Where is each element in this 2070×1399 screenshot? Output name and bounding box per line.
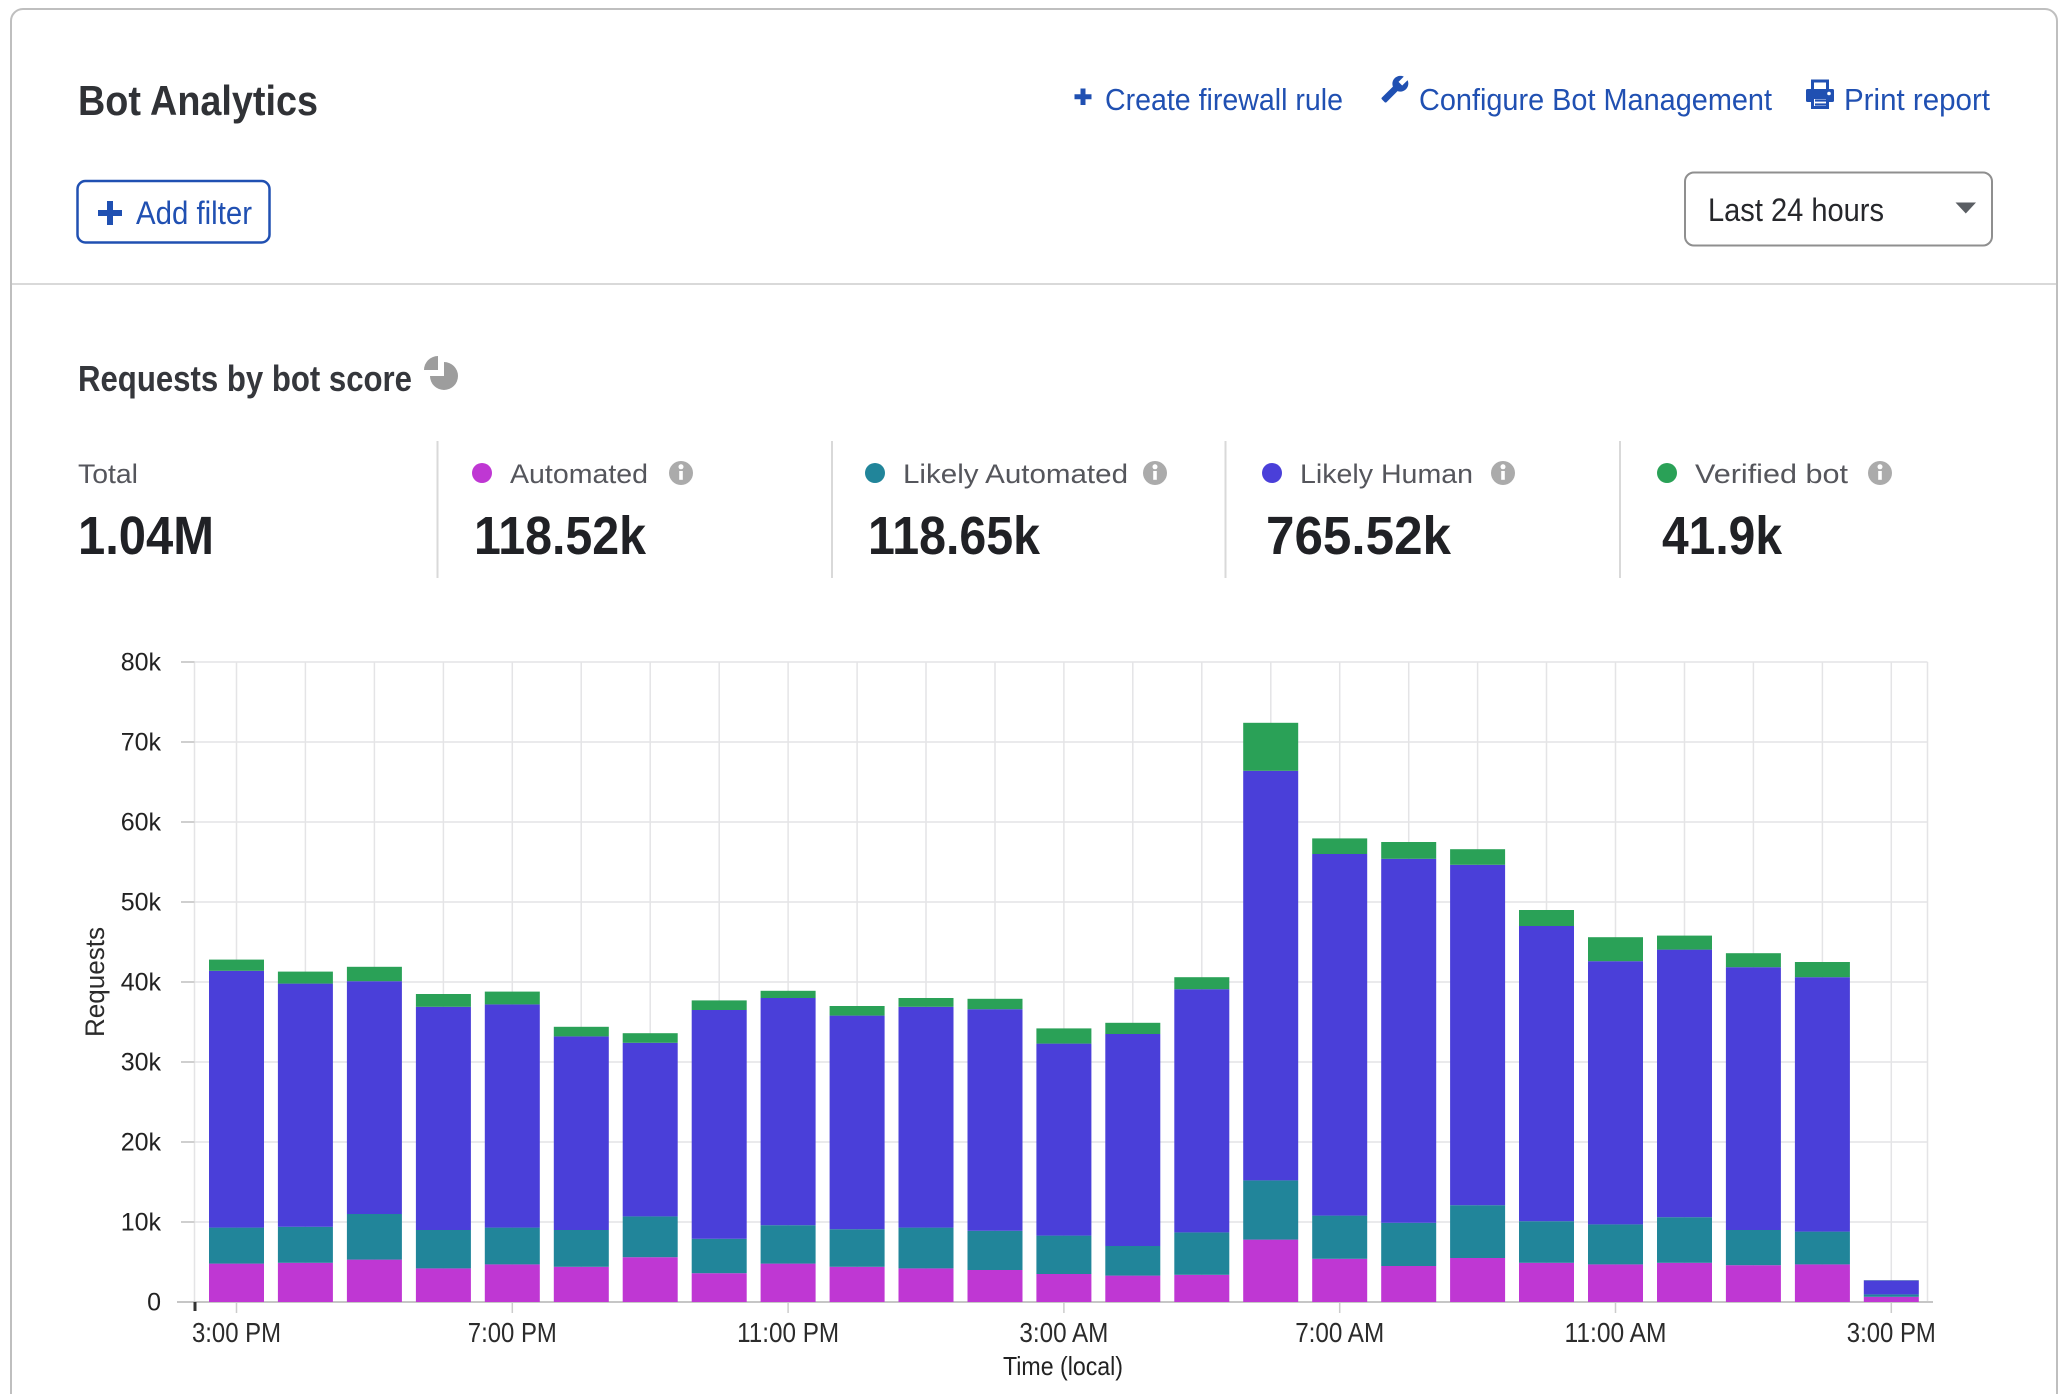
svg-text:0: 0 [147, 1289, 161, 1317]
svg-text:1.04M: 1.04M [78, 506, 214, 566]
svg-text:Total: Total [78, 459, 138, 489]
svg-text:11:00 PM: 11:00 PM [737, 1317, 839, 1348]
svg-text:118.52k: 118.52k [474, 506, 647, 566]
svg-text:Print report: Print report [1844, 82, 1990, 117]
svg-text:41.9k: 41.9k [1662, 506, 1783, 566]
svg-text:3:00 PM: 3:00 PM [1847, 1317, 1936, 1348]
svg-text:Add filter: Add filter [136, 195, 252, 231]
svg-text:70k: 70k [121, 729, 162, 757]
svg-text:Verified bot: Verified bot [1695, 459, 1849, 489]
svg-text:60k: 60k [121, 809, 162, 837]
svg-text:7:00 PM: 7:00 PM [468, 1317, 557, 1348]
svg-text:10k: 10k [121, 1209, 162, 1237]
svg-text:3:00 PM: 3:00 PM [192, 1317, 281, 1348]
svg-text:40k: 40k [121, 969, 162, 997]
svg-text:Time (local): Time (local) [1003, 1351, 1123, 1381]
svg-text:Requests: Requests [80, 927, 110, 1037]
svg-text:30k: 30k [121, 1049, 162, 1077]
svg-text:11:00 AM: 11:00 AM [1565, 1317, 1667, 1348]
svg-text:Configure Bot Management: Configure Bot Management [1419, 82, 1772, 117]
svg-text:3:00 AM: 3:00 AM [1019, 1317, 1108, 1348]
svg-text:Bot Analytics: Bot Analytics [78, 77, 318, 124]
svg-text:Create firewall rule: Create firewall rule [1105, 82, 1343, 117]
svg-text:118.65k: 118.65k [868, 506, 1041, 566]
svg-text:20k: 20k [121, 1129, 162, 1157]
svg-text:Likely Automated: Likely Automated [903, 459, 1128, 489]
svg-text:Requests by bot score: Requests by bot score [78, 358, 412, 399]
svg-text:7:00 AM: 7:00 AM [1295, 1317, 1384, 1348]
svg-text:50k: 50k [121, 889, 162, 917]
svg-text:Last 24 hours: Last 24 hours [1708, 192, 1884, 228]
svg-text:80k: 80k [121, 649, 162, 677]
svg-text:Automated: Automated [510, 459, 648, 489]
svg-text:765.52k: 765.52k [1266, 506, 1452, 566]
svg-text:Likely Human: Likely Human [1300, 459, 1473, 489]
